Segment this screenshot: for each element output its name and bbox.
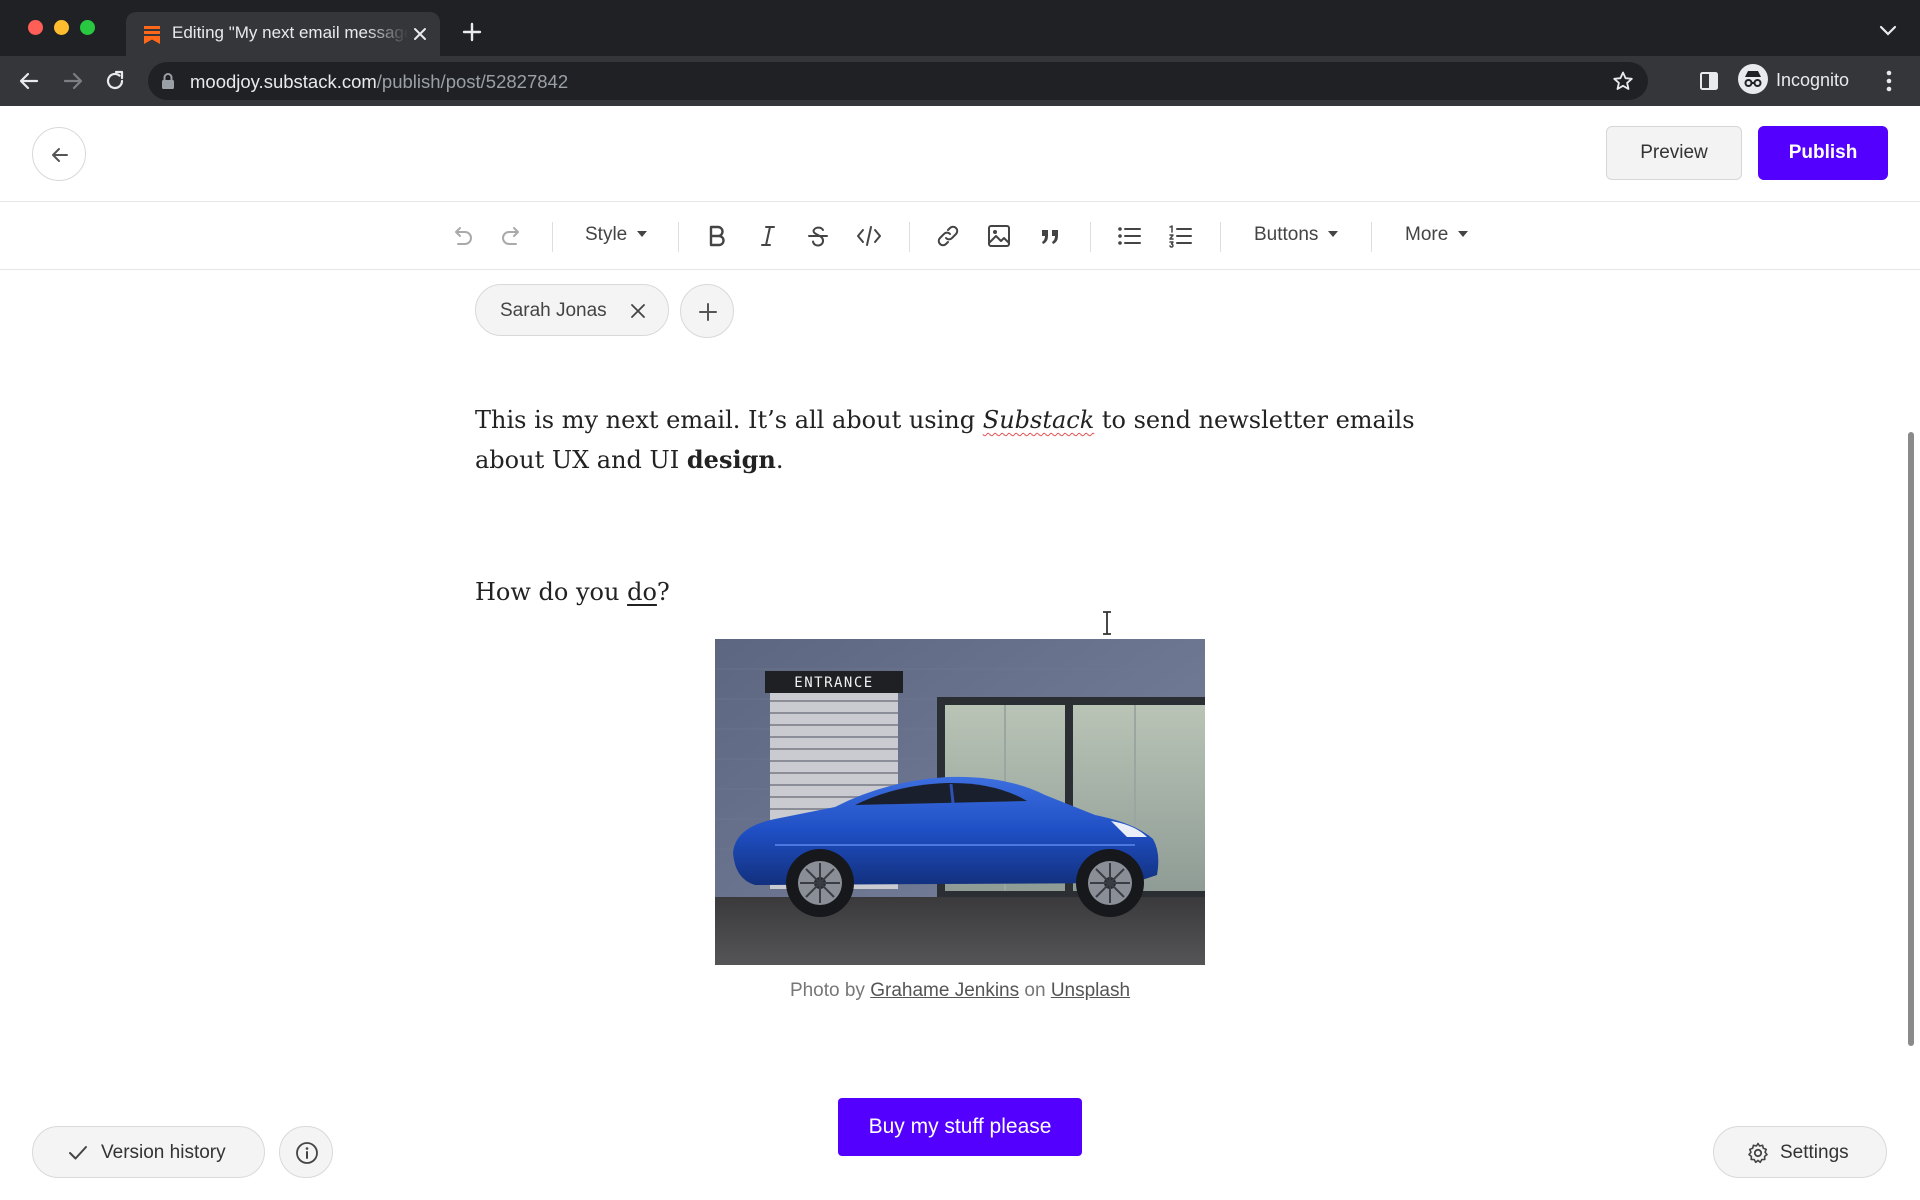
browser-menu-icon[interactable] — [1884, 68, 1894, 94]
caption-text: on — [1019, 980, 1051, 1001]
browser-tab-active[interactable]: Editing "My next email message" — [126, 12, 440, 56]
plus-icon — [699, 303, 717, 321]
settings-label: Settings — [1780, 1142, 1849, 1163]
version-history-label: Version history — [101, 1142, 226, 1163]
info-icon — [296, 1142, 318, 1164]
editor-back-button[interactable] — [32, 127, 86, 181]
incognito-icon[interactable] — [1738, 64, 1768, 94]
author-name: Sarah Jonas — [500, 300, 607, 321]
style-dropdown[interactable]: Style — [585, 224, 648, 246]
side-panel-icon[interactable] — [1698, 70, 1720, 92]
numbered-list-icon[interactable] — [1166, 222, 1194, 250]
url-host: moodjoy.substack.com — [190, 71, 377, 92]
image-icon[interactable] — [985, 222, 1013, 250]
body-paragraph[interactable]: This is my next email. It’s all about us… — [475, 400, 1445, 480]
settings-button[interactable]: Settings — [1713, 1126, 1887, 1178]
paragraph-text: . — [775, 446, 784, 474]
lock-icon — [162, 73, 174, 89]
window-minimize-button[interactable] — [54, 20, 69, 35]
bold-text: design — [686, 445, 776, 474]
bullet-list-icon[interactable] — [1115, 222, 1143, 250]
back-arrow-icon[interactable] — [16, 68, 42, 94]
buttons-dropdown[interactable]: Buttons — [1254, 224, 1339, 246]
strikethrough-icon[interactable] — [804, 222, 832, 250]
post-cta-button[interactable]: Buy my stuff please — [838, 1098, 1082, 1156]
caption-text: Photo by — [789, 980, 871, 1001]
remove-author-icon[interactable] — [628, 301, 648, 321]
page-scrollbar[interactable] — [1908, 432, 1914, 1046]
forward-arrow-icon[interactable] — [60, 68, 86, 94]
more-dropdown-label: More — [1405, 224, 1449, 245]
bookmark-star-icon[interactable] — [1612, 70, 1634, 92]
gear-icon — [1748, 1142, 1768, 1164]
toolbar-divider — [909, 222, 910, 252]
add-author-button[interactable] — [680, 284, 734, 338]
toolbar-divider — [552, 222, 553, 252]
editor-header: Preview Publish — [0, 106, 1920, 202]
inline-link[interactable]: do — [627, 578, 657, 606]
blockquote-icon[interactable] — [1036, 222, 1064, 250]
window-close-button[interactable] — [28, 20, 43, 35]
caret-down-icon — [637, 231, 648, 237]
undo-icon[interactable] — [448, 222, 476, 250]
toolbar-divider — [1220, 222, 1221, 252]
italic-icon[interactable] — [754, 222, 782, 250]
address-bar[interactable]: moodjoy.substack.com/publish/post/528278… — [148, 62, 1648, 100]
caret-down-icon — [1458, 231, 1469, 237]
new-tab-icon[interactable] — [460, 20, 484, 44]
photographer-link[interactable]: Grahame Jenkins — [870, 980, 1019, 1001]
substack-favicon-icon — [144, 26, 160, 44]
paragraph-text: ? — [656, 578, 670, 606]
toolbar-divider — [1090, 222, 1091, 252]
version-history-button[interactable]: Version history — [32, 1126, 265, 1178]
car-photo: ENTRANCE — [715, 639, 1205, 965]
toolbar-divider — [678, 222, 679, 252]
unsplash-link[interactable]: Unsplash — [1051, 980, 1130, 1001]
body-paragraph[interactable]: How do you do? — [475, 572, 1445, 612]
publish-button[interactable]: Publish — [1758, 126, 1888, 180]
paragraph-text: How do you — [475, 578, 628, 606]
browser-tab-bar: Editing "My next email message" — [0, 0, 1920, 56]
profile-label[interactable]: Incognito — [1776, 70, 1849, 91]
more-dropdown[interactable]: More — [1405, 224, 1469, 246]
toolbar-divider — [1371, 222, 1372, 252]
browser-toolbar: moodjoy.substack.com/publish/post/528278… — [0, 56, 1920, 106]
buttons-dropdown-label: Buttons — [1254, 224, 1319, 245]
preview-button[interactable]: Preview — [1606, 126, 1742, 180]
text-cursor-icon — [1103, 611, 1111, 635]
formatting-toolbar: Style Buttons More — [0, 202, 1920, 270]
arrow-left-icon — [52, 148, 68, 162]
reload-icon[interactable] — [102, 68, 128, 94]
post-image[interactable]: ENTRANCE — [715, 639, 1205, 965]
style-dropdown-label: Style — [585, 224, 628, 245]
redo-icon[interactable] — [498, 222, 526, 250]
image-caption: Photo by Grahame Jenkins on Unsplash — [715, 980, 1205, 1002]
tab-title: Editing "My next email message" — [172, 23, 408, 42]
url-path: /publish/post/52827842 — [376, 71, 569, 92]
entrance-sign: ENTRANCE — [794, 675, 873, 691]
link-icon[interactable] — [934, 222, 962, 250]
bold-icon[interactable] — [703, 222, 731, 250]
paragraph-text: This is my next email. It’s all about us… — [475, 406, 983, 434]
url-text: moodjoy.substack.com/publish/post/528278… — [190, 71, 568, 93]
code-icon[interactable] — [855, 222, 883, 250]
window-maximize-button[interactable] — [80, 20, 95, 35]
close-tab-icon[interactable] — [410, 24, 430, 44]
info-button[interactable] — [279, 1126, 333, 1178]
checkmark-icon — [69, 1146, 87, 1160]
author-chip[interactable]: Sarah Jonas — [475, 284, 669, 336]
italic-text: Substack — [982, 406, 1095, 434]
caret-down-icon — [1328, 231, 1339, 237]
tab-search-chevron-icon[interactable] — [1878, 24, 1898, 38]
